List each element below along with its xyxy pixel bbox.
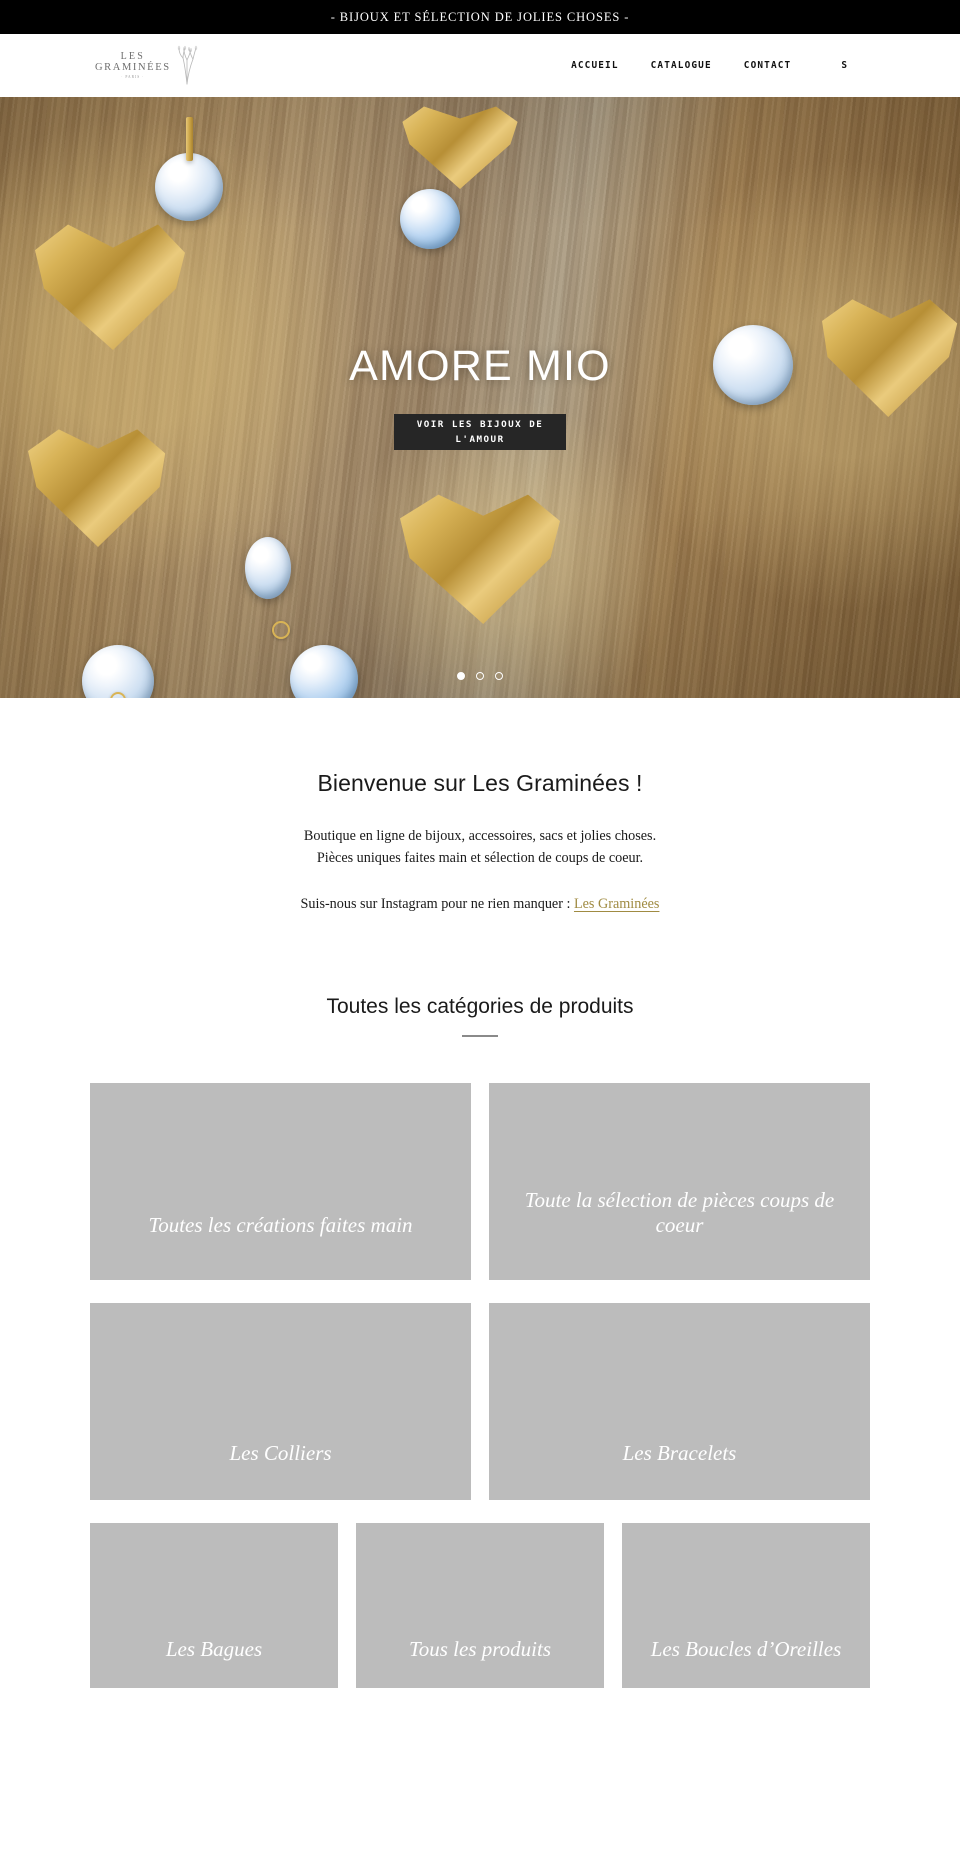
category-card-label: Tous les produits xyxy=(409,1636,551,1661)
category-card-label: Les Bracelets xyxy=(622,1440,737,1465)
category-card-label: Toute la sélection de pièces coups de co… xyxy=(524,1187,835,1237)
nav-item-extra[interactable]: S xyxy=(807,54,865,77)
logo-line-2: GRAMINÉES xyxy=(95,61,171,73)
instagram-prefix: Suis-nous sur Instagram pour ne rien man… xyxy=(300,896,574,912)
slider-dot-1[interactable] xyxy=(457,672,465,680)
categories-heading: Toutes les catégories de produits xyxy=(326,995,634,1018)
slider-dot-3[interactable] xyxy=(495,672,503,680)
category-card[interactable]: Tous les produits xyxy=(356,1522,604,1688)
site-header: LES GRAMINÉES · PARIS · ACCUEIL CATALOGU… xyxy=(0,34,960,97)
logo-subtitle: · PARIS · xyxy=(121,75,145,80)
welcome-line-2: Pièces uniques faites main et sélection … xyxy=(316,850,644,866)
welcome-paragraph: Boutique en ligne de bijoux, accessoires… xyxy=(0,825,960,869)
category-card[interactable]: Les Bracelets xyxy=(489,1302,870,1500)
nav-item-catalogue[interactable]: CATALOGUE xyxy=(635,54,728,77)
category-card[interactable]: Les Bagues xyxy=(90,1522,338,1688)
logo-wordmark: LES GRAMINÉES · PARIS · xyxy=(95,51,171,80)
hero-slider: AMORE MIO VOIR LES BIJOUX DE L'AMOUR xyxy=(0,97,960,698)
welcome-title: Bienvenue sur Les Graminées ! xyxy=(317,770,643,796)
grass-sprig-icon xyxy=(174,45,200,85)
announcement-bar: - BIJOUX ET SÉLECTION DE JOLIES CHOSES - xyxy=(0,0,960,34)
logo-line-1: LES xyxy=(120,50,146,62)
category-card-label: Les Colliers xyxy=(229,1440,332,1465)
category-card[interactable]: Toutes les créations faites main xyxy=(90,1082,471,1280)
main-navigation: ACCUEIL CATALOGUE CONTACT S xyxy=(555,54,865,77)
site-logo[interactable]: LES GRAMINÉES · PARIS · xyxy=(95,45,200,85)
heading-divider xyxy=(462,1035,498,1037)
nav-item-contact[interactable]: CONTACT xyxy=(728,54,808,77)
announcement-text: - BIJOUX ET SÉLECTION DE JOLIES CHOSES - xyxy=(330,9,630,24)
welcome-section: Bienvenue sur Les Graminées ! Boutique e… xyxy=(0,698,960,913)
categories-row: Les Bagues Tous les produits Les Boucles… xyxy=(90,1522,870,1688)
hero-cta-button[interactable]: VOIR LES BIJOUX DE L'AMOUR xyxy=(394,414,566,450)
category-card-label: Les Bagues xyxy=(165,1636,263,1661)
category-card[interactable]: Les Boucles d’Oreilles xyxy=(622,1522,870,1688)
categories-row: Les Colliers Les Bracelets xyxy=(90,1302,870,1500)
nav-item-accueil[interactable]: ACCUEIL xyxy=(555,54,635,77)
page-root: - BIJOUX ET SÉLECTION DE JOLIES CHOSES -… xyxy=(0,0,960,1688)
hero-title: AMORE MIO xyxy=(349,342,611,390)
hero-content: AMORE MIO VOIR LES BIJOUX DE L'AMOUR xyxy=(0,97,960,698)
category-card[interactable]: Les Colliers xyxy=(90,1302,471,1500)
categories-section: Toutes les catégories de produits Toutes… xyxy=(0,913,960,1688)
category-card-label: Toutes les créations faites main xyxy=(148,1212,413,1237)
slider-dot-2[interactable] xyxy=(476,672,484,680)
categories-row: Toutes les créations faites main Toute l… xyxy=(90,1082,870,1280)
instagram-line: Suis-nous sur Instagram pour ne rien man… xyxy=(0,896,960,913)
welcome-line-1: Boutique en ligne de bijoux, accessoires… xyxy=(303,828,657,844)
category-card[interactable]: Toute la sélection de pièces coups de co… xyxy=(489,1082,870,1280)
hero-slider-dots xyxy=(0,672,960,680)
instagram-link[interactable]: Les Graminées xyxy=(574,896,660,912)
category-card-label: Les Boucles d’Oreilles xyxy=(650,1636,842,1661)
categories-grid: Toutes les créations faites main Toute l… xyxy=(0,1082,960,1688)
